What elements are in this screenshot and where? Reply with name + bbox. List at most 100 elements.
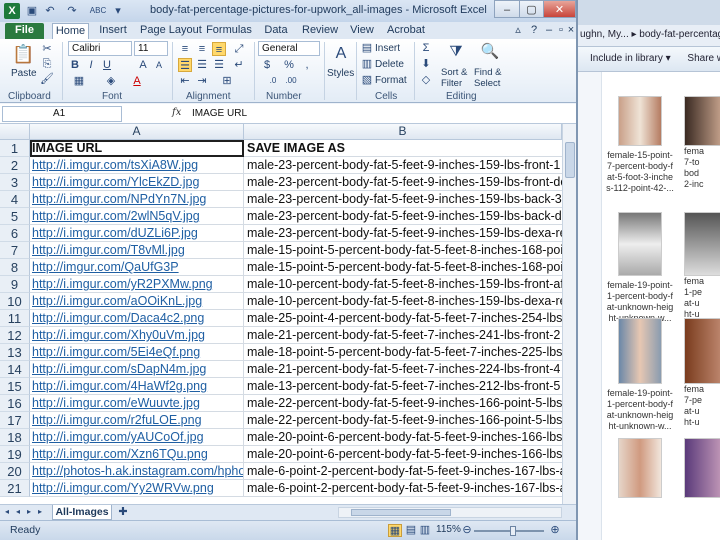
merge-center-icon[interactable]: ⊞ (220, 74, 234, 88)
row-header[interactable]: 1 (0, 140, 30, 157)
row-header[interactable]: 20 (0, 463, 30, 480)
cell-save-image-as[interactable]: male-15-point-5-percent-body-fat-5-feet-… (244, 242, 562, 259)
fill-icon[interactable]: ⬇ (419, 57, 433, 71)
thumbnail-item[interactable]: fema 7-pe at-u ht-u (684, 318, 720, 428)
cell-save-image-as[interactable]: male-20-point-6-percent-body-fat-5-feet-… (244, 446, 562, 463)
sort-filter-button[interactable]: Sort & Filter (441, 67, 473, 89)
cell-image-url[interactable]: http://i.imgur.com/tsXiA8W.jpg (30, 157, 244, 174)
cell-save-image-as[interactable]: male-22-percent-body-fat-5-feet-9-inches… (244, 395, 562, 412)
page-layout-view-icon[interactable]: ▤ (404, 524, 418, 537)
cell-image-url[interactable]: http://photos-h.ak.instagram.com/hphot (30, 463, 244, 480)
cell-image-url[interactable]: http://i.imgur.com/sDapN4m.jpg (30, 361, 244, 378)
ribbon-collapse-icon[interactable]: ▵ (512, 23, 524, 39)
cell-image-url[interactable]: http://i.imgur.com/NPdYn7N.jpg (30, 191, 244, 208)
cell-image-url[interactable]: http://imgur.com/QaUfG3P (30, 259, 244, 276)
cell-save-image-as[interactable]: male-25-point-4-percent-body-fat-5-feet-… (244, 310, 562, 327)
cell-save-image-as[interactable]: male-23-percent-body-fat-5-feet-9-inches… (244, 225, 562, 242)
find-select-button[interactable]: Find & Select (474, 67, 508, 89)
first-sheet-icon[interactable]: ◂ (2, 506, 12, 518)
row-header[interactable]: 21 (0, 480, 30, 497)
align-bottom-icon[interactable]: ≡ (212, 42, 226, 56)
cell-image-url[interactable]: http://i.imgur.com/4HaWf2g.png (30, 378, 244, 395)
cell-save-image-as[interactable]: male-23-percent-body-fat-5-feet-9-inches… (244, 157, 562, 174)
zoom-in-icon[interactable]: ⊕ (548, 524, 562, 537)
font-size-box[interactable]: 11 (134, 41, 168, 56)
row-header[interactable]: 11 (0, 310, 30, 327)
row-header[interactable]: 4 (0, 191, 30, 208)
paste-button[interactable]: Paste (11, 67, 37, 80)
number-format-box[interactable]: General (258, 41, 320, 56)
undo-icon[interactable]: ↶ (42, 3, 58, 19)
borders-icon[interactable]: ▦ (72, 74, 86, 88)
cell-image-url[interactable]: http://i.imgur.com/Daca4c2.png (30, 310, 244, 327)
cell-save-image-as[interactable]: male-10-percent-body-fat-5-feet-8-inches… (244, 276, 562, 293)
redo-icon[interactable]: ↷ (64, 3, 80, 19)
align-left-icon[interactable]: ☰ (178, 58, 192, 72)
cell-image-url[interactable]: http://i.imgur.com/eWuuvte.jpg (30, 395, 244, 412)
row-header[interactable]: 15 (0, 378, 30, 395)
row-header[interactable]: 6 (0, 225, 30, 242)
tab-view[interactable]: View (348, 23, 376, 39)
cell-image-url[interactable]: http://i.imgur.com/Xzn6TQu.png (30, 446, 244, 463)
restore-workbook-icon[interactable]: ▫ (556, 23, 566, 39)
last-sheet-icon[interactable]: ▸ (35, 506, 45, 518)
cell-save-image-as[interactable]: male-18-point-5-percent-body-fat-5-feet-… (244, 344, 562, 361)
spreadsheet-grid[interactable]: A B 1 IMAGE URL SAVE IMAGE AS 2 http://i.img… (0, 124, 562, 504)
cell-save-image-as[interactable]: male-13-percent-body-fat-5-feet-7-inches… (244, 378, 562, 395)
cell-save-image-as[interactable]: male-23-percent-body-fat-5-feet-9-inches… (244, 174, 562, 191)
align-top-icon[interactable]: ≡ (178, 42, 192, 56)
tab-review[interactable]: Review (302, 23, 338, 39)
cell-save-image-as[interactable]: male-22-percent-body-fat-5-feet-9-inches… (244, 412, 562, 429)
thumbnail-item[interactable] (602, 438, 678, 502)
decrease-indent-icon[interactable]: ⇤ (178, 74, 192, 88)
insert-cells-icon[interactable]: ▤ (360, 41, 374, 55)
formula-input[interactable]: IMAGE URL (192, 108, 247, 119)
font-name-box[interactable]: Calibri (68, 41, 132, 56)
sheet-tab-all-images[interactable]: All-Images (52, 505, 112, 520)
delete-button[interactable]: Delete (375, 58, 404, 71)
copy-icon[interactable]: ⎘ (40, 57, 54, 71)
thumbnail-item[interactable] (684, 438, 720, 498)
tab-home[interactable]: Home (52, 23, 89, 39)
cell-image-url[interactable]: http://i.imgur.com/T8vMl.jpg (30, 242, 244, 259)
row-header[interactable]: 13 (0, 344, 30, 361)
wrap-text-icon[interactable]: ↵ (232, 58, 246, 72)
cell-save-image-as[interactable]: male-23-percent-body-fat-5-feet-9-inches… (244, 191, 562, 208)
autosum-icon[interactable]: Σ (419, 41, 433, 55)
tab-insert[interactable]: Insert (98, 23, 128, 39)
help-icon[interactable]: ? (528, 23, 540, 39)
page-break-view-icon[interactable]: ▥ (418, 524, 432, 537)
tab-page-layout[interactable]: Page Layout (140, 23, 202, 39)
prev-sheet-icon[interactable]: ◂ (13, 506, 23, 518)
insert-button[interactable]: Insert (375, 42, 400, 55)
thumbnail-item[interactable]: fema 7-to bod 2-inc (684, 96, 720, 190)
cell-header-image-url[interactable]: IMAGE URL (30, 140, 244, 157)
currency-icon[interactable]: $ (260, 58, 274, 72)
cell-image-url[interactable]: http://i.imgur.com/yAUCoOf.jpg (30, 429, 244, 446)
maximize-icon[interactable]: ▢ (519, 0, 544, 18)
column-header-a[interactable]: A (30, 124, 244, 140)
row-header[interactable]: 17 (0, 412, 30, 429)
close-workbook-icon[interactable]: × (566, 23, 576, 39)
thumbnail-item[interactable]: fema 1-pe at-u ht-u (684, 212, 720, 320)
row-header[interactable]: 14 (0, 361, 30, 378)
font-color-icon[interactable]: A (130, 74, 144, 88)
format-cells-icon[interactable]: ▧ (360, 73, 374, 87)
styles-button[interactable]: Styles (327, 67, 354, 80)
paste-icon[interactable]: 📋 (12, 42, 34, 66)
name-box[interactable]: A1 (2, 106, 122, 122)
spelling-icon[interactable]: ABC (88, 3, 108, 19)
delete-cells-icon[interactable]: ▥ (360, 57, 374, 71)
align-middle-icon[interactable]: ≡ (195, 42, 209, 56)
shrink-font-icon[interactable]: A (152, 58, 166, 72)
align-right-icon[interactable]: ☰ (212, 58, 226, 72)
explorer-nav-pane[interactable] (576, 72, 602, 540)
excel-logo-icon[interactable]: X (4, 3, 20, 19)
thumbnail-item[interactable]: female-19-point- 1-percent-body-f at-unk… (602, 212, 678, 324)
horizontal-scroll-thumb[interactable] (351, 509, 451, 516)
insert-sheet-icon[interactable]: ✚ (116, 506, 130, 519)
tab-data[interactable]: Data (262, 23, 290, 39)
row-header[interactable]: 8 (0, 259, 30, 276)
horizontal-scrollbar[interactable] (338, 507, 562, 518)
tab-formulas[interactable]: Formulas (206, 23, 252, 39)
